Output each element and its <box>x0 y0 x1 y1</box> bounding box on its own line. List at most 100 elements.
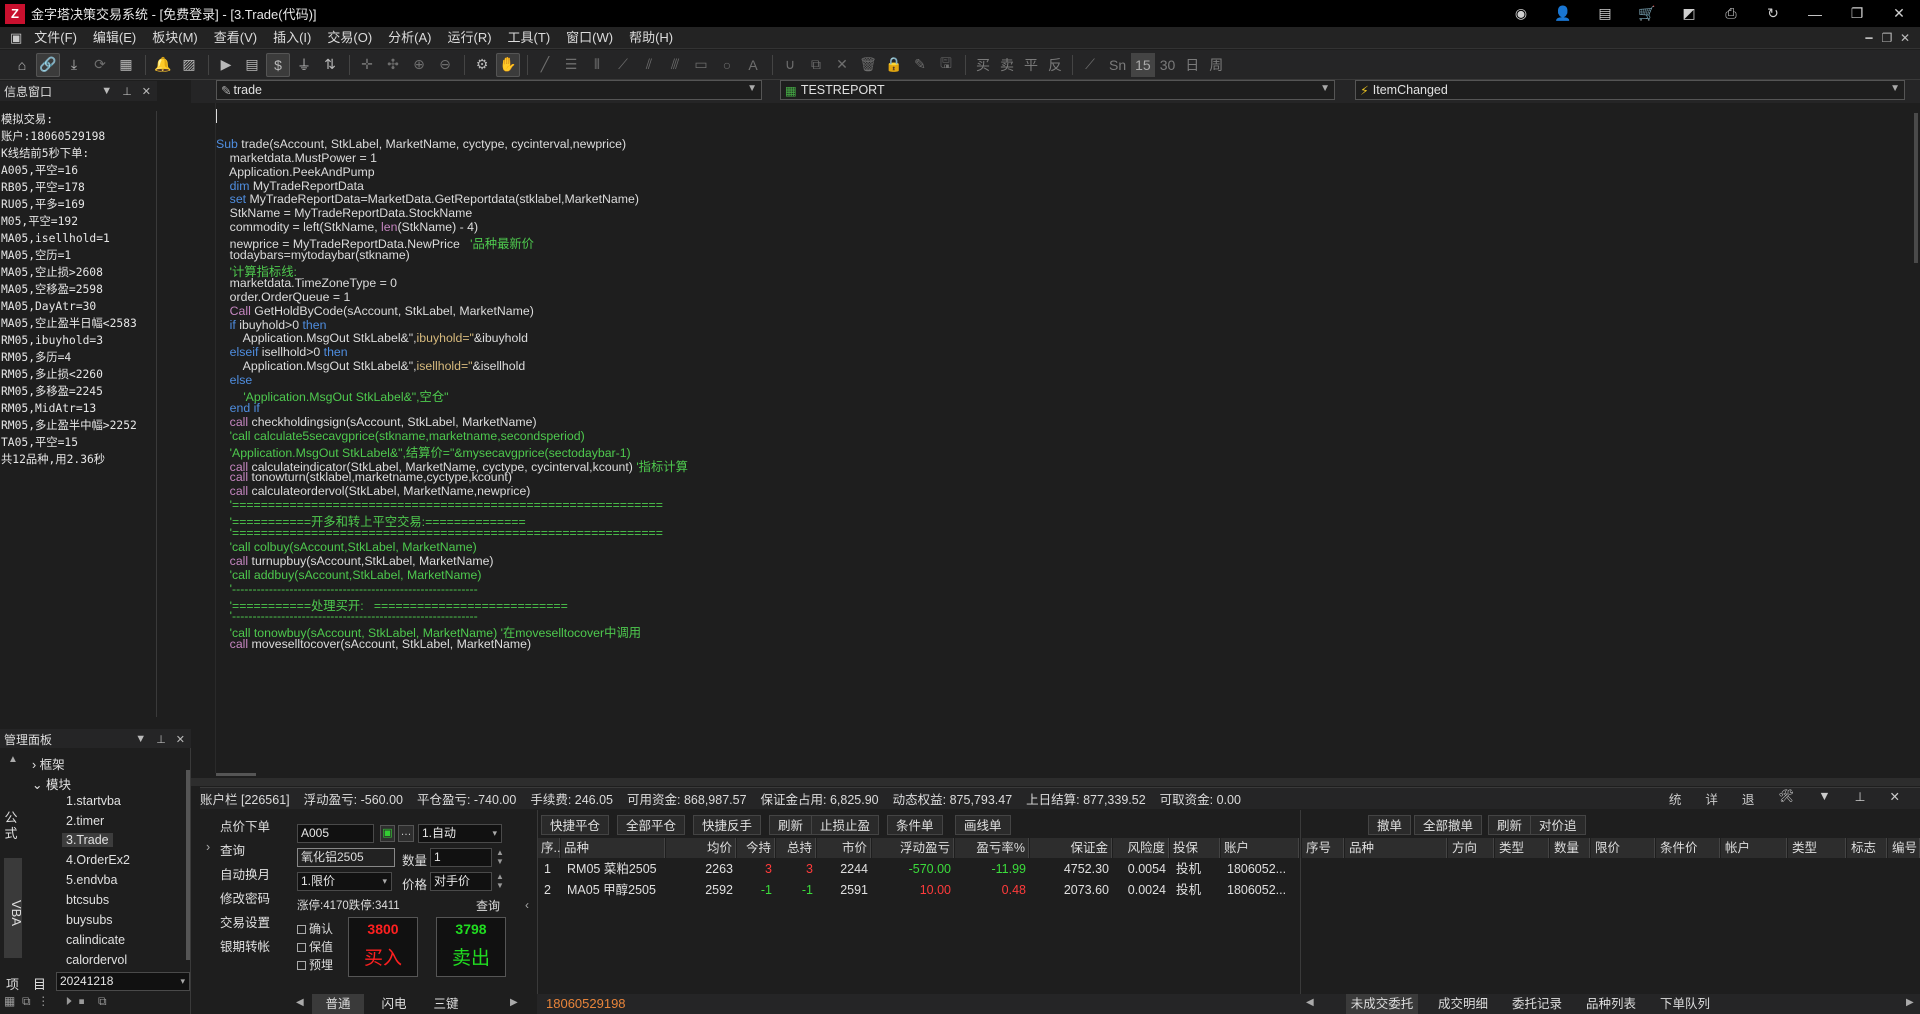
refresh-icon[interactable]: ↻ <box>1752 0 1794 27</box>
period-day[interactable]: 日 <box>1180 53 1204 77</box>
tree-scrollbar[interactable] <box>186 770 190 960</box>
order-tab[interactable]: 委托记录 <box>1502 994 1572 1014</box>
tab-flash[interactable]: 闪电 <box>368 994 420 1014</box>
order-col-header[interactable]: 编号 <box>1888 838 1920 858</box>
position-cell[interactable]: MA05 甲醇2505 <box>561 880 665 900</box>
detail-button[interactable]: 详 <box>1705 789 1718 808</box>
event-combo[interactable]: ⚡ ItemChanged ▼ <box>1355 80 1905 100</box>
preset-checkbox[interactable]: 预埋 <box>297 956 333 973</box>
position-cell[interactable]: 2592 <box>666 880 736 900</box>
position-col-header[interactable]: 序.. <box>538 838 560 858</box>
copy-icon[interactable]: ⧉ <box>22 994 31 1008</box>
chase-price-button[interactable]: 对价追 <box>1530 815 1586 835</box>
menu-view[interactable]: 查看(V) <box>206 27 265 49</box>
sort-icon[interactable]: ⇅ <box>318 53 342 77</box>
line-draw-icon[interactable]: ╱ <box>533 53 557 77</box>
delete-icon[interactable]: ✕ <box>830 53 854 77</box>
toolbar-buy[interactable]: 买 <box>971 53 995 77</box>
tab-normal[interactable]: 普通 <box>312 994 364 1014</box>
cart-icon[interactable]: 🛒 <box>1626 0 1668 27</box>
position-cell[interactable]: 3 <box>737 859 775 879</box>
rss-icon[interactable]: ◉ <box>1500 0 1542 27</box>
position-cell[interactable]: 2 <box>538 880 560 900</box>
copy-icon[interactable]: ⧉ <box>804 53 828 77</box>
panel-close-icon[interactable]: ✕ <box>1890 789 1900 808</box>
position-col-header[interactable]: 今持 <box>737 838 775 858</box>
tab-formula[interactable]: 公式 <box>0 810 22 842</box>
vlines-icon[interactable]: ⦀ <box>585 53 609 77</box>
rect-icon[interactable]: ▭ <box>689 53 713 77</box>
pin-icon[interactable]: ⊥ <box>122 85 132 98</box>
menu-edit[interactable]: 编辑(E) <box>85 27 144 49</box>
toolbar-sn[interactable]: Sn <box>1104 53 1131 77</box>
grid-icon[interactable]: ▦ <box>114 53 138 77</box>
menu-auto-rollover[interactable]: 自动换月 <box>220 864 270 883</box>
position-cell[interactable]: 1806052... <box>1221 880 1299 900</box>
dollar-icon[interactable]: $ <box>266 52 290 77</box>
code-input[interactable]: A005 <box>297 824 374 843</box>
buy-button[interactable]: 3800 买入 <box>348 917 418 977</box>
crosshair-icon[interactable]: ✛ <box>355 53 379 77</box>
panel-menu-icon[interactable]: ▼ <box>135 733 146 745</box>
hline-icon[interactable]: ☰ <box>559 53 583 77</box>
document-icon[interactable]: ▤ <box>1584 0 1626 27</box>
order-col-header[interactable]: 限价 <box>1591 838 1655 858</box>
module-combo[interactable]: ▦ TESTREPORT ▼ <box>780 80 1335 100</box>
channel-icon[interactable]: ⫽ <box>637 53 661 77</box>
menu-help[interactable]: 帮助(H) <box>621 27 681 49</box>
menu-window[interactable]: 窗口(W) <box>558 27 621 49</box>
order-col-header[interactable]: 类型 <box>1495 838 1549 858</box>
collapse-arrow-icon[interactable]: ‹ <box>525 898 529 912</box>
tab-vba[interactable]: VBA <box>2 900 24 926</box>
position-col-header[interactable]: 市价 <box>817 838 871 858</box>
price-type-select[interactable]: 1.限价 ▾ <box>297 872 392 891</box>
bell-icon[interactable]: 🔔 <box>151 53 175 77</box>
menu-tools[interactable]: 工具(T) <box>500 27 559 49</box>
order-tabs-next-icon[interactable]: ▶ <box>1906 997 1914 1008</box>
position-col-header[interactable]: 盈亏率% <box>955 838 1029 858</box>
position-cell[interactable]: 2263 <box>666 859 736 879</box>
pin-icon[interactable]: ⊥ <box>1855 789 1866 808</box>
orders-refresh-button[interactable]: 刷新 <box>1488 815 1532 835</box>
code-editor[interactable]: 123−Sub trade(sAccount, StkLabel, Market… <box>216 103 1920 773</box>
position-cell[interactable]: -1 <box>737 880 775 900</box>
conditional-order-button[interactable]: 条件单 <box>887 815 943 835</box>
order-tab[interactable]: 下单队列 <box>1650 994 1720 1014</box>
qty-stepper[interactable]: ▲ ▼ <box>496 848 504 866</box>
window-icon[interactable]: ⧉ <box>98 994 107 1008</box>
position-col-header[interactable]: 品种 <box>561 838 665 858</box>
parallel-icon[interactable]: ⫻ <box>663 53 687 77</box>
position-cell[interactable]: -1 <box>776 880 816 900</box>
position-cell[interactable]: 1806052... <box>1221 859 1299 879</box>
position-cell[interactable]: 0.0054 <box>1113 859 1169 879</box>
mdi-close-button[interactable]: ✕ <box>1896 31 1914 45</box>
editor-hscroll[interactable] <box>216 773 256 776</box>
splitter[interactable] <box>191 778 1920 786</box>
trash-icon[interactable]: 🗑 <box>856 53 880 77</box>
query-button[interactable]: 查询 <box>476 897 500 914</box>
position-col-header[interactable]: 账户 <box>1221 838 1299 858</box>
menu-click-order[interactable]: 点价下单 <box>220 816 270 835</box>
magnet-icon[interactable]: ∪ <box>778 53 802 77</box>
menu-change-password[interactable]: 修改密码 <box>220 888 270 907</box>
image-icon[interactable]: ▨ <box>177 53 201 77</box>
scroll-up-icon[interactable]: ▲ <box>8 754 18 765</box>
tree-item-buysubs[interactable]: buysubs <box>66 913 113 927</box>
menu-analysis[interactable]: 分析(A) <box>380 27 439 49</box>
tree-item-trade[interactable]: 3.Trade <box>62 833 113 847</box>
circle-icon[interactable]: ○ <box>715 53 739 77</box>
tree-item-module[interactable]: ⌄ 模块 <box>32 774 71 793</box>
hand-icon[interactable]: ✋ <box>496 52 520 77</box>
position-cell[interactable]: 投机 <box>1170 859 1220 879</box>
price-input[interactable]: 对手价 <box>430 872 492 891</box>
tabs-prev-icon[interactable]: ◀ <box>296 997 304 1008</box>
quick-close-button[interactable]: 快捷平仓 <box>541 815 610 835</box>
order-col-header[interactable]: 序号 <box>1302 838 1344 858</box>
filter-icon[interactable]: ⏚ <box>292 53 316 77</box>
app-menu-icon[interactable]: ▣ <box>0 27 26 49</box>
period-15[interactable]: 15 <box>1131 52 1155 77</box>
mdi-minimize-button[interactable]: 🗕 <box>1860 28 1878 49</box>
quick-reverse-button[interactable]: 快捷反手 <box>693 815 762 835</box>
line-order-button[interactable]: 画线单 <box>955 815 1011 835</box>
tree-item-orderex2[interactable]: 4.OrderEx2 <box>66 853 130 867</box>
